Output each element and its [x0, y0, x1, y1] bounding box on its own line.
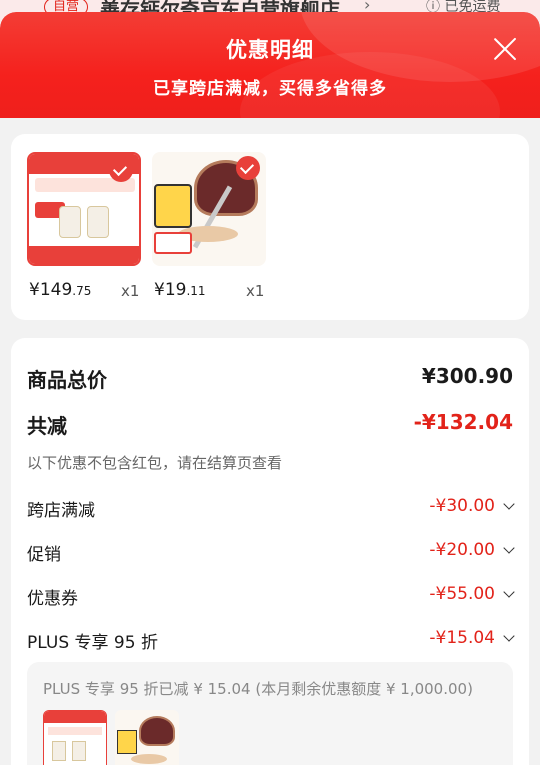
chevron-down-icon[interactable]	[503, 542, 515, 554]
chevron-up-icon[interactable]	[503, 630, 515, 642]
total-reduction-value: -¥132.04	[413, 410, 513, 434]
total-price-value: ¥300.90	[421, 364, 513, 388]
selected-check-icon	[236, 156, 260, 180]
price-summary-card: 商品总价 ¥300.90 共减 -¥132.04 以下优惠不包含红包，请在结算页…	[11, 338, 529, 765]
selected-check-icon	[109, 158, 133, 182]
discount-label: 跨店满减	[27, 501, 95, 521]
discount-value: -¥55.00	[429, 584, 495, 604]
discount-value: -¥20.00	[429, 540, 495, 560]
discount-label: 优惠券	[27, 589, 78, 609]
discount-label: PLUS 专享 95 折	[27, 633, 158, 653]
discount-label: 促销	[27, 545, 61, 565]
product-price: ¥19.11	[154, 280, 206, 300]
discount-detail-sheet: 优惠明细 已享跨店满减，买得多省得多 ¥149.75 x1 ¥19.11 x1 …	[0, 12, 540, 765]
product-item[interactable]: ¥19.11 x1	[152, 152, 272, 300]
plus-discount-detail: PLUS 专享 95 折已减 ¥ 15.04 (本月剩余优惠额度 ¥ 1,000…	[27, 662, 513, 765]
product-item[interactable]: ¥149.75 x1	[27, 152, 147, 300]
sheet-subtitle: 已享跨店满减，买得多省得多	[153, 79, 387, 99]
total-price-label: 商品总价	[27, 368, 107, 392]
product-price: ¥149.75	[29, 280, 92, 300]
sheet-header: 优惠明细 已享跨店满减，买得多省得多	[0, 12, 540, 118]
plus-discount-text: PLUS 专享 95 折已减 ¥ 15.04 (本月剩余优惠额度 ¥ 1,000…	[43, 680, 473, 698]
supplement-product-image	[27, 152, 141, 266]
close-icon[interactable]	[492, 36, 518, 62]
discount-value: -¥15.04	[429, 628, 495, 648]
sheet-title: 优惠明细	[226, 38, 314, 62]
chevron-down-icon[interactable]	[503, 586, 515, 598]
discount-value: -¥30.00	[429, 496, 495, 516]
product-quantity: x1	[121, 282, 140, 300]
mop-product-thumbnail	[115, 710, 179, 765]
product-quantity: x1	[246, 282, 265, 300]
total-reduction-label: 共减	[27, 414, 67, 438]
product-list-card: ¥149.75 x1 ¥19.11 x1	[11, 134, 529, 320]
mop-product-image	[152, 152, 266, 266]
red-packet-note: 以下优惠不包含红包，请在结算页查看	[27, 454, 283, 472]
chevron-down-icon[interactable]	[503, 498, 515, 510]
supplement-product-thumbnail	[43, 710, 107, 765]
